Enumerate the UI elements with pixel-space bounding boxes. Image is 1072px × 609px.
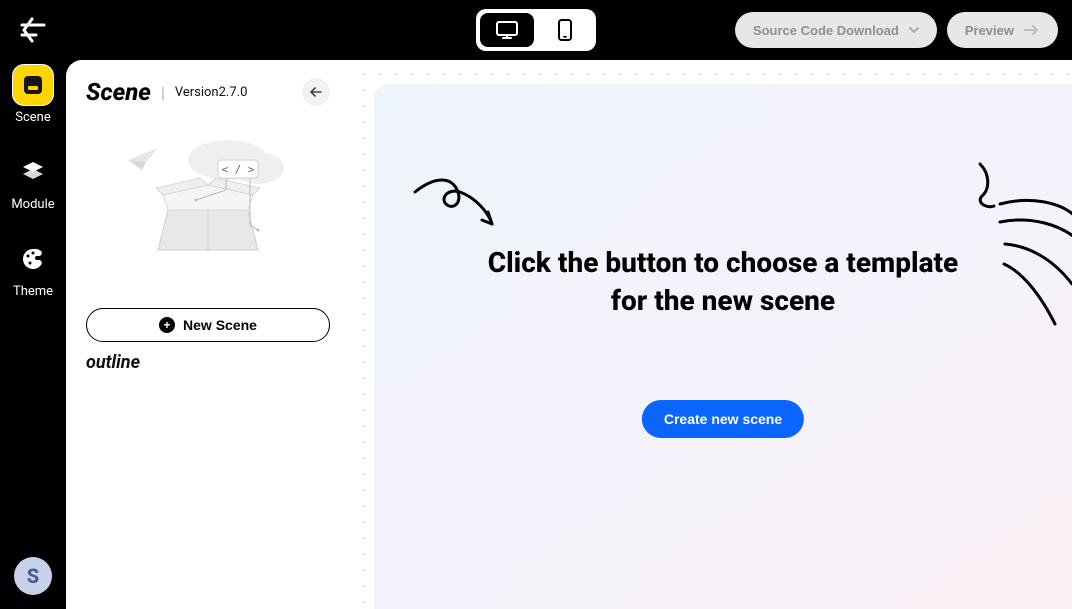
- profile-avatar[interactable]: S: [14, 557, 52, 595]
- app-logo[interactable]: [18, 17, 48, 43]
- theme-icon: [12, 238, 54, 280]
- topbar: Source Code Download Preview: [0, 0, 1072, 60]
- plus-icon: +: [159, 317, 175, 333]
- preview-label: Preview: [965, 23, 1014, 38]
- device-desktop-button[interactable]: [480, 13, 534, 47]
- scene-icon: [12, 64, 54, 106]
- rail-label-scene: Scene: [15, 110, 51, 125]
- rail-item-scene[interactable]: Scene: [0, 64, 66, 125]
- hero-line-1: Click the button to choose a template: [434, 244, 1012, 282]
- source-code-download-button[interactable]: Source Code Download: [735, 12, 937, 48]
- app-root: Source Code Download Preview Scen: [0, 0, 1072, 609]
- outline-heading: outline: [86, 352, 330, 373]
- new-scene-label: New Scene: [183, 317, 257, 333]
- rail-label-module: Module: [11, 197, 54, 212]
- side-panel-title: Scene: [86, 78, 151, 106]
- create-new-scene-button[interactable]: Create new scene: [642, 400, 804, 438]
- rail-item-module[interactable]: Module: [0, 151, 66, 212]
- source-code-download-label: Source Code Download: [753, 23, 899, 38]
- empty-illustration: < / >: [86, 130, 330, 280]
- version-label: Version2.7.0: [175, 85, 248, 100]
- topbar-actions: Source Code Download Preview: [735, 12, 1058, 48]
- module-icon: [12, 151, 54, 193]
- hero-text: Click the button to choose a template fo…: [374, 244, 1072, 320]
- side-panel: Scene | Version2.7.0: [66, 60, 350, 609]
- hero-line-2: for the new scene: [434, 282, 1012, 320]
- avatar-letter: S: [27, 564, 39, 588]
- rail-item-theme[interactable]: Theme: [0, 238, 66, 299]
- side-panel-header: Scene | Version2.7.0: [86, 78, 330, 106]
- svg-text:< / >: < / >: [221, 163, 254, 176]
- rail-label-theme: Theme: [13, 284, 53, 299]
- left-rail: Scene Module: [0, 60, 66, 609]
- doodle-arrow-icon: [410, 174, 510, 248]
- new-scene-button[interactable]: + New Scene: [86, 308, 330, 342]
- device-mobile-button[interactable]: [538, 13, 592, 47]
- chevron-down-icon: [909, 27, 919, 34]
- desktop-icon: [495, 20, 519, 40]
- arrow-left-icon: [310, 87, 322, 97]
- arrow-right-icon: [1024, 25, 1040, 35]
- canvas: Click the button to choose a template fo…: [374, 84, 1072, 609]
- preview-button[interactable]: Preview: [947, 12, 1058, 48]
- separator: |: [161, 83, 165, 102]
- logo-icon: [18, 17, 48, 43]
- canvas-wrap: Click the button to choose a template fo…: [350, 60, 1072, 609]
- device-switcher: [476, 9, 596, 51]
- collapse-panel-button[interactable]: [302, 78, 330, 106]
- mobile-icon: [558, 19, 572, 41]
